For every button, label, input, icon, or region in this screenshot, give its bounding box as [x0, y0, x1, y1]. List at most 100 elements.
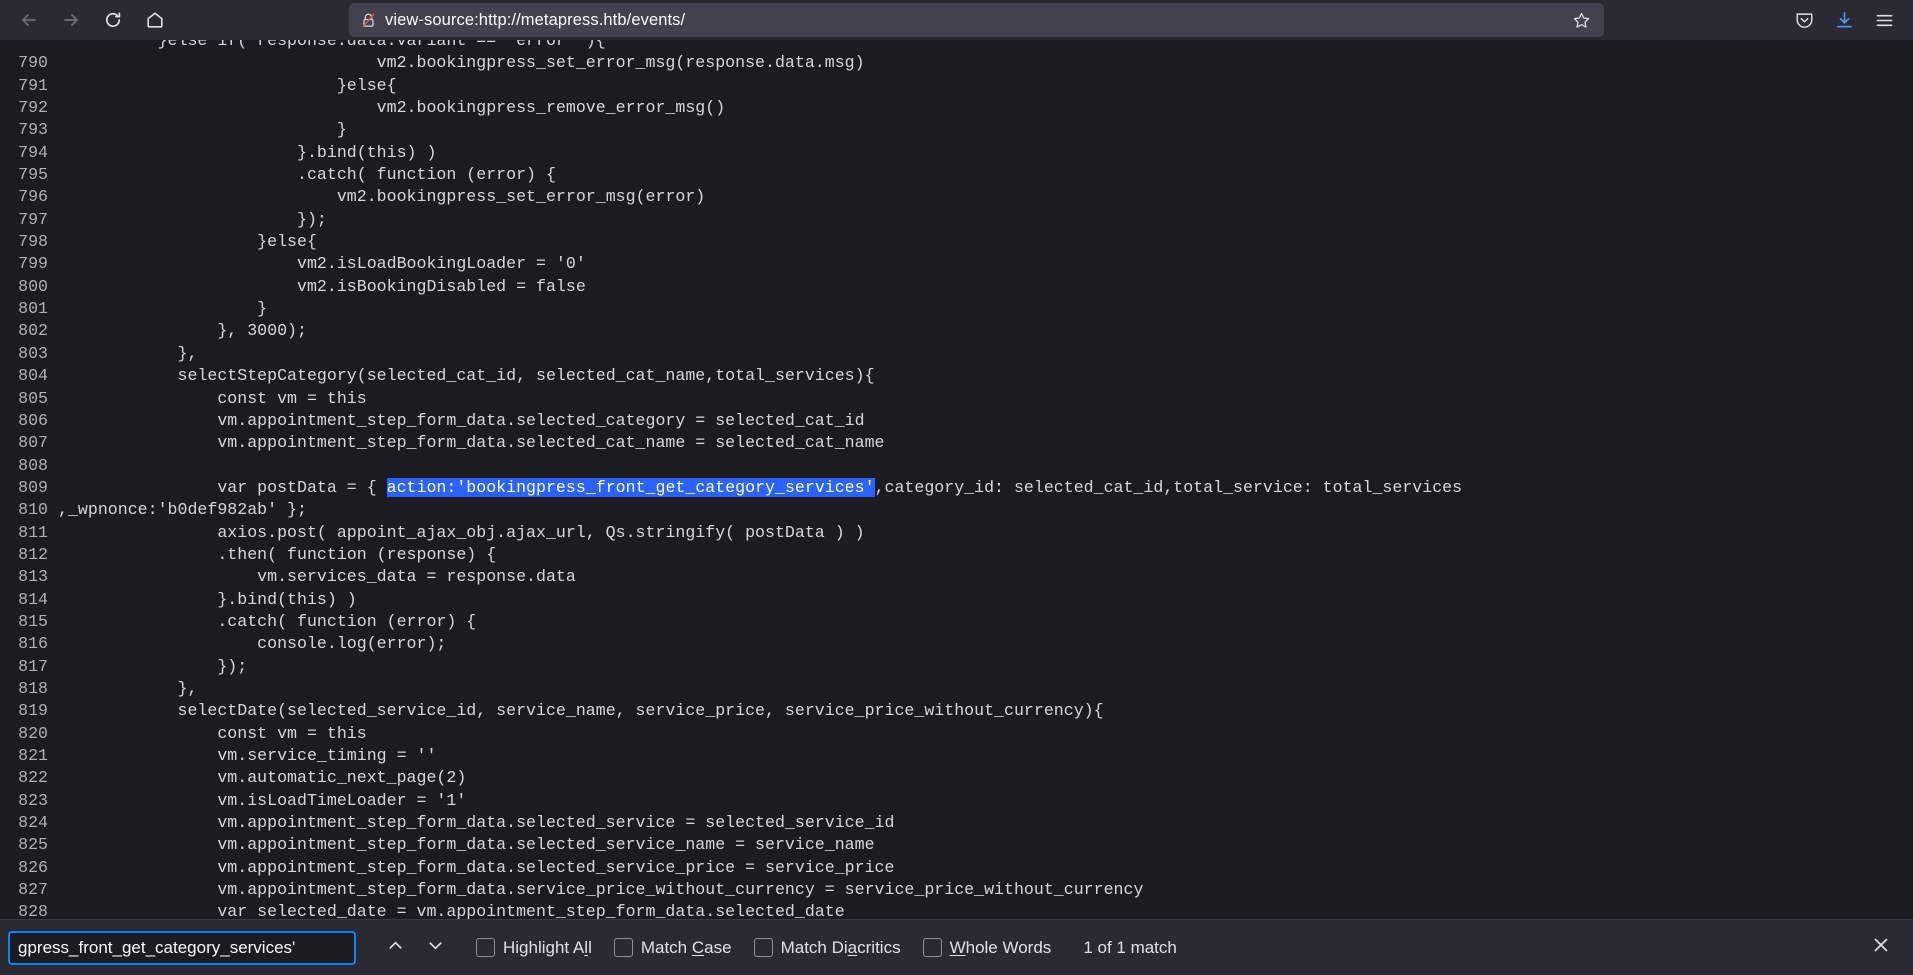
code-line: 820 const vm = this	[0, 723, 1913, 745]
code-line: 795 .catch( function (error) {	[0, 164, 1913, 186]
code-line: 804 selectStepCategory(selected_cat_id, …	[0, 365, 1913, 387]
code-line: 805 const vm = this	[0, 388, 1913, 410]
home-icon	[145, 10, 165, 30]
code-line: 819 selectDate(selected_service_id, serv…	[0, 700, 1913, 722]
line-content: },	[57, 343, 1913, 365]
line-content: }.bind(this) )	[57, 142, 1913, 164]
line-number: 818	[0, 678, 57, 700]
code-line: 814 }.bind(this) )	[0, 589, 1913, 611]
view-source-content[interactable]: }else if( response.data.variant == 'erro…	[0, 40, 1913, 959]
line-number: 814	[0, 589, 57, 611]
code-line: 817 });	[0, 656, 1913, 678]
find-bar: Highlight All Match Case Match Diacritic…	[0, 919, 1913, 975]
find-close-button[interactable]	[1861, 930, 1901, 966]
pocket-icon	[1794, 10, 1815, 31]
line-number: 795	[0, 164, 57, 186]
code-line: 818 },	[0, 678, 1913, 700]
code-line: 799 vm2.isLoadBookingLoader = '0'	[0, 253, 1913, 275]
address-bar[interactable]: view-source:http://metapress.htb/events/	[349, 3, 1604, 37]
checkbox-box[interactable]	[923, 938, 942, 957]
chevron-up-icon	[386, 936, 405, 960]
line-content: selectStepCategory(selected_cat_id, sele…	[57, 365, 1913, 387]
app-menu-button[interactable]	[1865, 4, 1903, 36]
line-number: 823	[0, 790, 57, 812]
highlight-all-label: Highlight All	[503, 938, 592, 958]
code-line: 811 axios.post( appoint_ajax_obj.ajax_ur…	[0, 522, 1913, 544]
chevron-down-icon	[426, 936, 445, 960]
line-number: 790	[0, 52, 57, 74]
line-content: },	[57, 678, 1913, 700]
arrow-right-icon	[61, 10, 81, 30]
checkbox-box[interactable]	[476, 938, 495, 957]
urlbar-container: view-source:http://metapress.htb/events/	[178, 3, 1775, 37]
line-number: 797	[0, 209, 57, 231]
code-line: 823 vm.isLoadTimeLoader = '1'	[0, 790, 1913, 812]
code-line: 815 .catch( function (error) {	[0, 611, 1913, 633]
line-content: vm.automatic_next_page(2)	[57, 767, 1913, 789]
line-content: }else{	[57, 231, 1913, 253]
whole-words-label: Whole Words	[950, 938, 1052, 958]
line-content: vm.appointment_step_form_data.service_pr…	[57, 879, 1913, 901]
match-status-text: 1 of 1 match	[1083, 938, 1177, 958]
line-content: axios.post( appoint_ajax_obj.ajax_url, Q…	[57, 522, 1913, 544]
code-line: 822 vm.automatic_next_page(2)	[0, 767, 1913, 789]
insecure-lock-crossed-icon[interactable]	[359, 11, 377, 29]
pocket-button[interactable]	[1785, 4, 1823, 36]
line-content: }, 3000);	[57, 320, 1913, 342]
code-line: 816 console.log(error);	[0, 633, 1913, 655]
line-content: vm2.isBookingDisabled = false	[57, 276, 1913, 298]
star-outline-icon[interactable]	[1566, 6, 1596, 34]
home-button[interactable]	[136, 4, 174, 36]
code-line: 793 }	[0, 119, 1913, 141]
code-line: 821 vm.service_timing = ''	[0, 745, 1913, 767]
line-number: 821	[0, 745, 57, 767]
line-number: 826	[0, 857, 57, 879]
highlight-all-checkbox[interactable]: Highlight All	[476, 938, 592, 958]
code-line: 800 vm2.isBookingDisabled = false	[0, 276, 1913, 298]
forward-button[interactable]	[52, 4, 90, 36]
line-number: 798	[0, 231, 57, 253]
line-content: vm.service_timing = ''	[57, 745, 1913, 767]
line-number: 803	[0, 343, 57, 365]
line-content: });	[57, 209, 1913, 231]
code-line: 801 }	[0, 298, 1913, 320]
line-content: vm.services_data = response.data	[57, 566, 1913, 588]
toolbar-right-actions	[1779, 4, 1903, 36]
line-number: 811	[0, 522, 57, 544]
line-content: vm2.bookingpress_set_error_msg(error)	[57, 186, 1913, 208]
app-menu-icon	[1874, 10, 1895, 31]
find-input[interactable]	[8, 931, 356, 965]
line-number: 817	[0, 656, 57, 678]
checkbox-box[interactable]	[754, 938, 773, 957]
back-button[interactable]	[10, 4, 48, 36]
close-icon	[1870, 934, 1892, 961]
code-line-partial: }else if( response.data.variant == 'erro…	[0, 40, 1913, 52]
code-line: 808	[0, 455, 1913, 477]
line-number: 809	[0, 477, 57, 499]
code-line: 796 vm2.bookingpress_set_error_msg(error…	[0, 186, 1913, 208]
code-line: 807 vm.appointment_step_form_data.select…	[0, 432, 1913, 454]
line-number: 806	[0, 410, 57, 432]
line-content: }else{	[57, 75, 1913, 97]
line-content: const vm = this	[57, 388, 1913, 410]
downloads-button[interactable]	[1825, 4, 1863, 36]
line-number: 791	[0, 75, 57, 97]
code-line: 791 }else{	[0, 75, 1913, 97]
line-content: });	[57, 656, 1913, 678]
line-number: 819	[0, 700, 57, 722]
reload-button[interactable]	[94, 4, 132, 36]
code-line: 824 vm.appointment_step_form_data.select…	[0, 812, 1913, 834]
line-content: vm.appointment_step_form_data.selected_c…	[57, 410, 1913, 432]
match-diacritics-checkbox[interactable]: Match Diacritics	[754, 938, 901, 958]
match-case-checkbox[interactable]: Match Case	[614, 938, 732, 958]
line-content: }else if( response.data.variant == 'erro…	[57, 40, 1913, 52]
find-next-button[interactable]	[416, 931, 454, 965]
line-content: ,_wpnonce:'b0def982ab' };	[57, 499, 1913, 521]
line-content: selectDate(selected_service_id, service_…	[57, 700, 1913, 722]
whole-words-checkbox[interactable]: Whole Words	[923, 938, 1052, 958]
line-content: vm2.bookingpress_remove_error_msg()	[57, 97, 1913, 119]
line-number: 825	[0, 834, 57, 856]
find-previous-button[interactable]	[376, 931, 414, 965]
line-number: 794	[0, 142, 57, 164]
checkbox-box[interactable]	[614, 938, 633, 957]
